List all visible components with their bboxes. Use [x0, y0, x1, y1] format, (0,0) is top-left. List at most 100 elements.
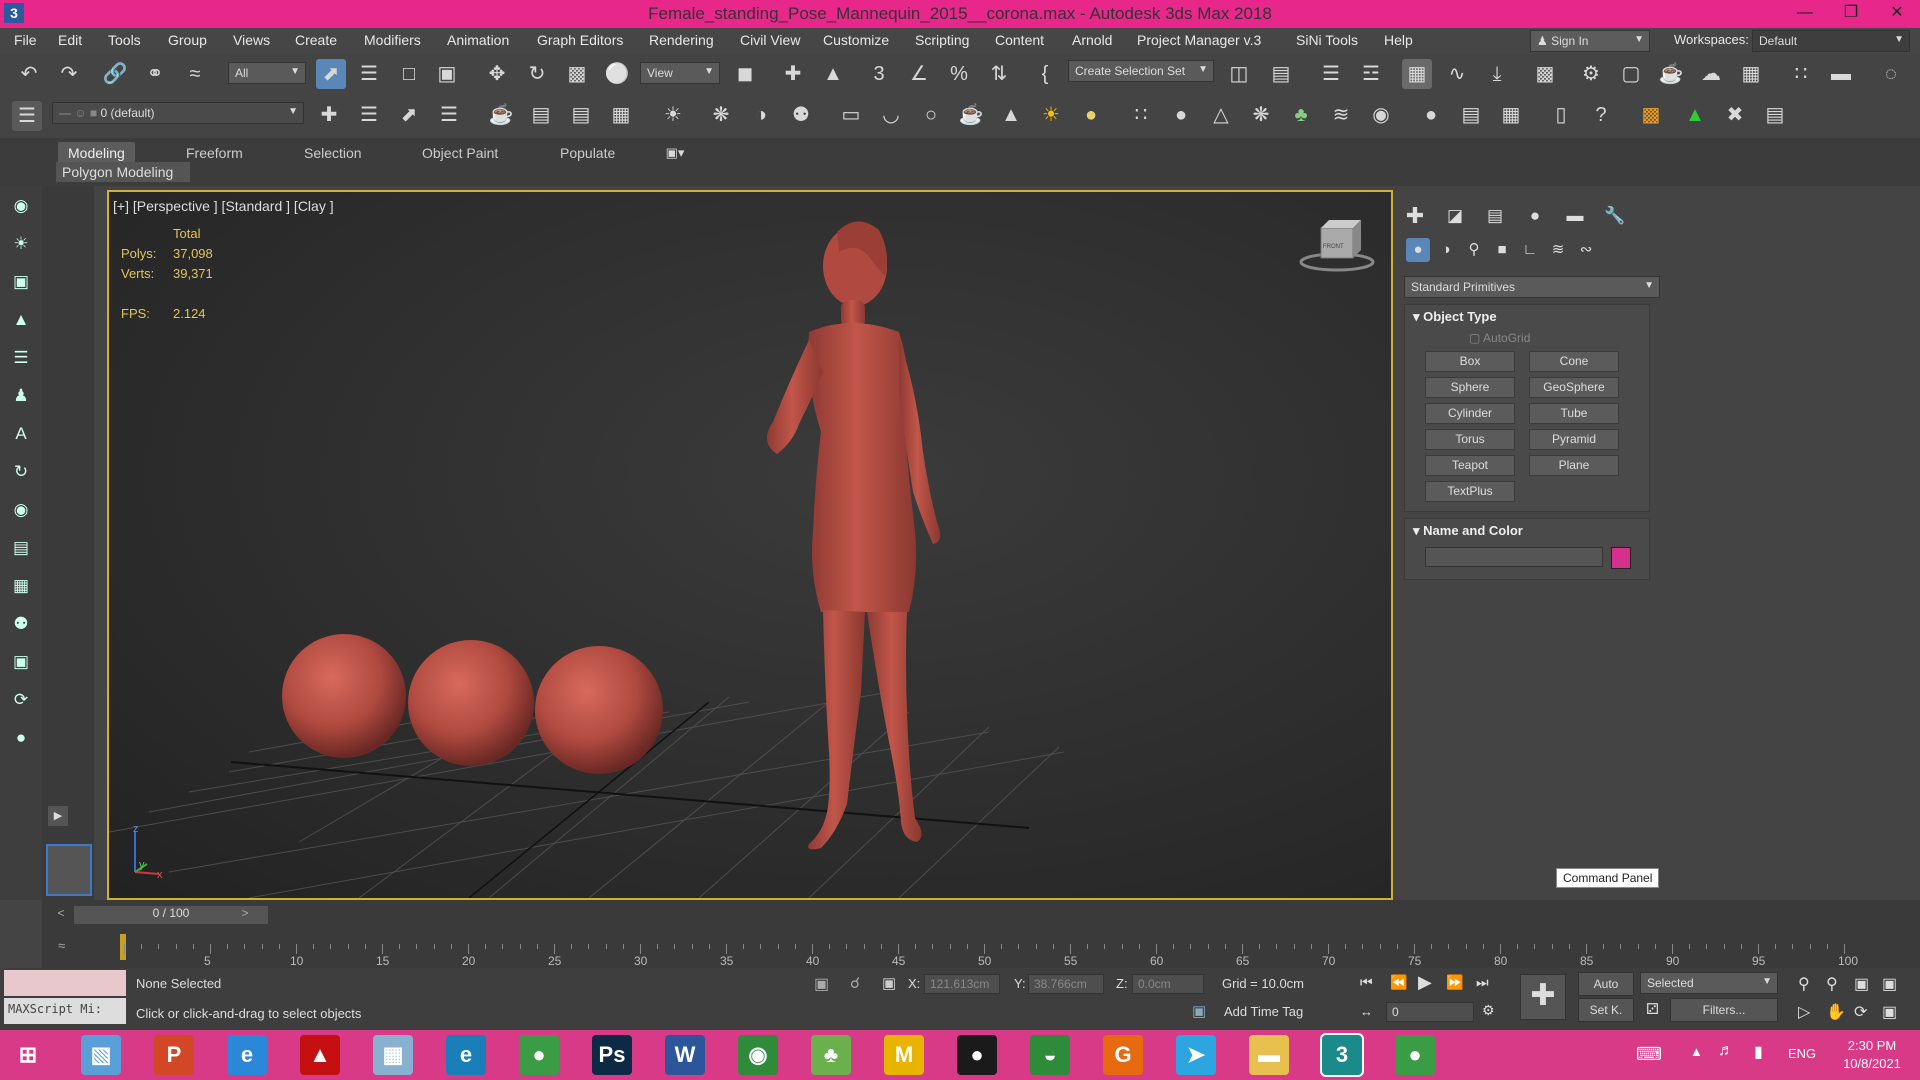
panel-icon[interactable]: ▦: [9, 574, 33, 598]
m-app-icon[interactable]: M: [884, 1035, 924, 1075]
layer-dropdown[interactable]: ⎯⎯ ☺ ■ 0 (default) ▼: [52, 102, 304, 124]
modify-tab-icon[interactable]: ◪: [1442, 204, 1468, 228]
fp-icon[interactable]: ▩: [1636, 100, 1666, 130]
calculator-icon[interactable]: ▦: [373, 1035, 413, 1075]
layer-props-icon[interactable]: ☰: [434, 100, 464, 130]
globe-tool-icon[interactable]: ◉: [9, 498, 33, 522]
layer-manager-icon[interactable]: ☰: [12, 101, 42, 131]
set-key-button[interactable]: Set K.: [1578, 998, 1634, 1022]
sphere-object-1[interactable]: [282, 634, 406, 758]
time-tag-icon[interactable]: ▣: [1192, 1002, 1206, 1020]
menu-scripting[interactable]: Scripting: [915, 32, 969, 48]
pivot-center-icon[interactable]: ◼: [730, 59, 760, 89]
menu-project-manager[interactable]: Project Manager v.3: [1137, 32, 1261, 48]
create-selection-set-dropdown[interactable]: Create Selection Set ▼: [1068, 60, 1214, 82]
grid-snap-icon[interactable]: ∷: [1786, 59, 1816, 89]
menu-rendering[interactable]: Rendering: [649, 32, 714, 48]
absolute-mode-icon[interactable]: ▣: [882, 974, 896, 992]
tube-button[interactable]: Tube: [1529, 403, 1619, 424]
maxscript-mini-listener[interactable]: MAXScript Mi:: [4, 998, 126, 1024]
robot-tool-icon[interactable]: ⚉: [9, 612, 33, 636]
sheet-icon[interactable]: ▤: [1760, 100, 1790, 130]
window-icon[interactable]: ▣: [9, 650, 33, 674]
sphere-button[interactable]: Sphere: [1425, 377, 1515, 398]
time-config-icon[interactable]: ⚙: [1482, 1002, 1495, 1019]
menu-modifiers[interactable]: Modifiers: [364, 32, 421, 48]
menu-group[interactable]: Group: [168, 32, 207, 48]
lightmix-icon[interactable]: ▦: [1496, 100, 1526, 130]
create-light-icon[interactable]: ◉: [9, 194, 33, 218]
helper-icon[interactable]: ▲: [9, 308, 33, 332]
next-frame-icon[interactable]: ⏩: [1446, 974, 1463, 991]
sky-icon[interactable]: ●: [1076, 100, 1106, 130]
keyboard-shortcut-icon[interactable]: ▲: [818, 59, 848, 89]
named-selection-edit-icon[interactable]: {: [1030, 59, 1060, 89]
systems-category-icon[interactable]: ∾: [1574, 238, 1598, 262]
torus-button[interactable]: Torus: [1425, 429, 1515, 450]
sphere-prim-icon[interactable]: ○: [916, 100, 946, 130]
clock-time[interactable]: 2:30 PM: [1832, 1038, 1912, 1053]
viewport-layout-thumbnail[interactable]: [46, 844, 92, 896]
hair-icon[interactable]: ◑: [746, 100, 776, 130]
word-icon[interactable]: W: [665, 1035, 705, 1075]
proxy-icon[interactable]: △: [1206, 100, 1236, 130]
filters-button[interactable]: Filters...: [1670, 998, 1778, 1022]
orbit-icon[interactable]: ⟳: [9, 688, 33, 712]
menu-tools[interactable]: Tools: [108, 32, 141, 48]
track-bar[interactable]: 5 10 15 20 25 30 35 40 45 50 55 60 65 70 75 80 85 90 95 100: [120, 930, 1910, 970]
restore-button[interactable]: ❐: [1828, 0, 1874, 28]
material-sphere-icon[interactable]: ●: [1416, 100, 1446, 130]
maximize-viewport-icon[interactable]: ▣: [1882, 1002, 1897, 1022]
tab-object-paint[interactable]: Object Paint: [412, 142, 508, 164]
powerpoint-icon[interactable]: P: [154, 1035, 194, 1075]
expand-arrow-icon[interactable]: ▶: [48, 806, 68, 826]
keyboard-icon[interactable]: ⌨: [1636, 1044, 1662, 1065]
bind-space-warp-icon[interactable]: ≈: [180, 59, 210, 89]
omni-icon[interactable]: ☀: [9, 232, 33, 256]
tab-populate[interactable]: Populate: [550, 142, 625, 164]
layout-icon[interactable]: ▤: [9, 536, 33, 560]
layers-stack-icon[interactable]: ☰: [354, 100, 384, 130]
select-object-icon[interactable]: ⬈: [316, 59, 346, 89]
set-key-big-button[interactable]: ✚: [1520, 974, 1566, 1020]
key-mode-icon[interactable]: ↔: [1360, 1004, 1373, 1019]
menu-sini-tools[interactable]: SiNi Tools: [1296, 32, 1358, 48]
volume-icon[interactable]: ♬: [1718, 1042, 1734, 1060]
rotate-icon[interactable]: ↻: [522, 59, 552, 89]
close-button[interactable]: ✕: [1874, 0, 1920, 28]
tab-modeling[interactable]: Modeling: [58, 142, 135, 164]
motion-tab-icon[interactable]: ●: [1522, 204, 1548, 228]
ribbon-options-icon[interactable]: ▣▾: [658, 138, 692, 168]
telegram-icon[interactable]: ➤: [1176, 1035, 1216, 1075]
hierarchy-tab-icon[interactable]: ▤: [1482, 204, 1508, 228]
teapot-button[interactable]: Teapot: [1425, 455, 1515, 476]
acrobat-icon[interactable]: ▲: [300, 1035, 340, 1075]
scatter-icon[interactable]: ∷: [1126, 100, 1156, 130]
toggle-ribbon-icon[interactable]: ☲: [1356, 59, 1386, 89]
sphere-object-2[interactable]: [408, 640, 534, 766]
menu-create[interactable]: Create: [295, 32, 337, 48]
textplus-button[interactable]: TextPlus: [1425, 481, 1515, 502]
dotted-circle-icon[interactable]: ◌: [1876, 59, 1906, 89]
tab-selection[interactable]: Selection: [294, 142, 372, 164]
chrome2-icon[interactable]: ●: [1395, 1035, 1435, 1075]
pyramid-button[interactable]: Pyramid: [1529, 429, 1619, 450]
orbit-view-icon[interactable]: ⟳: [1854, 1002, 1867, 1022]
key-tangent-icon[interactable]: ⚂: [1646, 1000, 1659, 1018]
record-icon[interactable]: ●: [957, 1035, 997, 1075]
time-cursor[interactable]: [120, 934, 126, 960]
object-color-swatch[interactable]: [1611, 547, 1631, 569]
menu-customize[interactable]: Customize: [823, 32, 889, 48]
menu-civil-view[interactable]: Civil View: [740, 32, 800, 48]
menu-graph-editors[interactable]: Graph Editors: [537, 32, 623, 48]
tray-expand-icon[interactable]: ▲: [1690, 1044, 1703, 1059]
sphere-object-3[interactable]: [535, 646, 663, 774]
ribbon-polygon-modeling[interactable]: Polygon Modeling: [56, 162, 190, 182]
y-coordinate-field[interactable]: 38.766cm: [1028, 974, 1104, 994]
time-prev-button[interactable]: <: [52, 906, 70, 924]
create-tab-icon[interactable]: ✚: [1402, 204, 1428, 228]
helpers-category-icon[interactable]: ∟: [1518, 238, 1542, 262]
selection-filter-dropdown[interactable]: All ▼: [228, 62, 306, 84]
hemisphere-icon[interactable]: ◡: [876, 100, 906, 130]
x-coordinate-field[interactable]: 121.613cm: [924, 974, 1000, 994]
